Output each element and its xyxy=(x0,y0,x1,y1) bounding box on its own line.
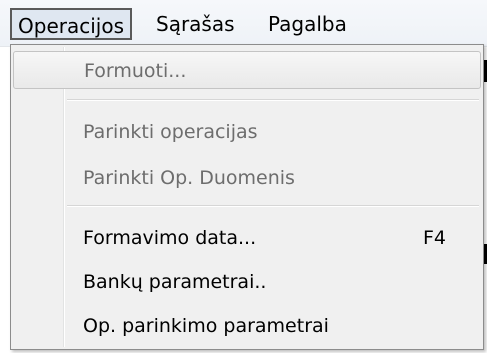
menubar-item-label: Operacijos xyxy=(18,14,124,38)
menu-item-label: Formuoti... xyxy=(84,60,187,82)
menu-item-formuoti[interactable]: Formuoti... xyxy=(13,51,481,89)
menu-item-label: Op. parinkimo parametrai xyxy=(83,315,329,337)
menu-icon-gutter-divider xyxy=(63,47,64,347)
menu-item-formavimo-data[interactable]: Formavimo data... F4 xyxy=(13,219,481,257)
menu-separator xyxy=(67,205,479,207)
menu-item-label: Parinkti Op. Duomenis xyxy=(83,167,295,189)
menu-item-label: Parinkti operacijas xyxy=(83,121,258,143)
menubar-item-label: Pagalba xyxy=(268,12,347,36)
menu-item-parinkti-op-duomenis[interactable]: Parinkti Op. Duomenis xyxy=(13,159,481,197)
menu-item-label: Bankų parametrai.. xyxy=(83,271,267,293)
menu-separator xyxy=(67,99,479,101)
menu-item-banku-parametrai[interactable]: Bankų parametrai.. xyxy=(13,263,481,301)
menu-item-op-parinkimo-parametrai[interactable]: Op. parinkimo parametrai xyxy=(13,307,481,345)
operacijos-dropdown-menu: Formuoti... Parinkti operacijas Parinkti… xyxy=(10,44,484,350)
app-window: Operacijos Sąrašas Pagalba Formuoti... P… xyxy=(0,0,487,353)
menubar-item-label: Sąrašas xyxy=(156,12,235,36)
menu-item-shortcut: F4 xyxy=(423,227,447,249)
menu-item-parinkti-operacijas[interactable]: Parinkti operacijas xyxy=(13,113,481,151)
menubar-item-pagalba[interactable]: Pagalba xyxy=(262,8,353,40)
menubar-item-sarasas[interactable]: Sąrašas xyxy=(150,8,241,40)
menu-item-label: Formavimo data... xyxy=(83,227,257,249)
menubar-item-operacijos[interactable]: Operacijos xyxy=(10,8,132,40)
menu-bar: Operacijos Sąrašas Pagalba xyxy=(0,0,487,47)
